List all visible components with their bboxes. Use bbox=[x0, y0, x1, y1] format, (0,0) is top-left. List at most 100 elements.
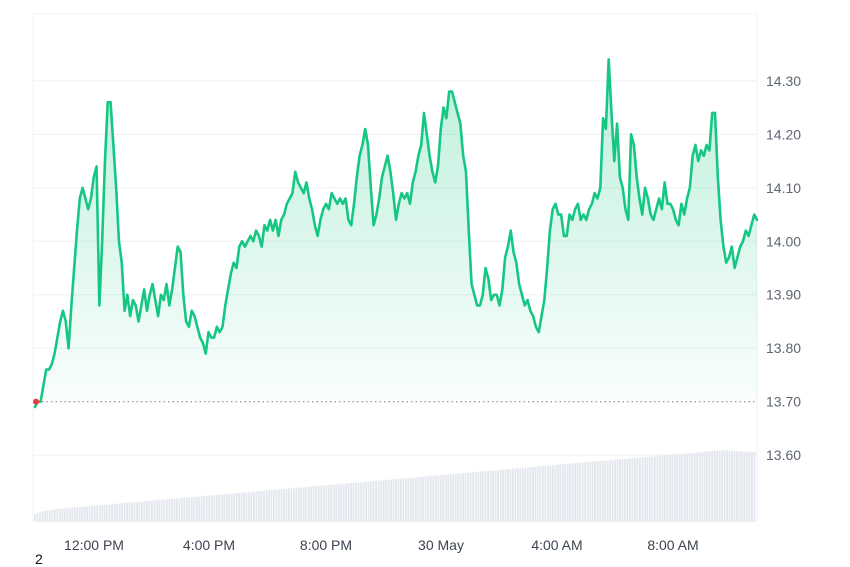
volume-bar bbox=[571, 463, 574, 522]
volume-bar bbox=[188, 497, 191, 522]
price-point bbox=[227, 288, 229, 290]
volume-bar bbox=[554, 464, 557, 522]
price-point bbox=[703, 155, 705, 157]
price-point bbox=[288, 197, 290, 199]
volume-bar bbox=[626, 458, 629, 522]
volume-bar bbox=[741, 451, 743, 522]
volume-bar bbox=[678, 453, 681, 522]
volume-bar bbox=[631, 458, 634, 522]
volume-bar bbox=[385, 479, 387, 522]
price-point bbox=[616, 122, 618, 124]
price-point bbox=[568, 213, 570, 215]
price-point bbox=[62, 310, 64, 312]
price-point bbox=[56, 336, 58, 338]
price-point bbox=[339, 197, 341, 199]
price-point bbox=[361, 144, 363, 146]
price-point bbox=[507, 245, 509, 247]
price-point bbox=[316, 235, 318, 237]
price-point bbox=[683, 213, 685, 215]
price-point bbox=[593, 192, 595, 194]
volume-bar bbox=[703, 451, 706, 522]
price-point bbox=[540, 315, 542, 317]
volume-bar bbox=[320, 485, 323, 522]
volume-bar bbox=[183, 497, 186, 522]
price-point bbox=[37, 400, 39, 402]
price-point bbox=[42, 384, 44, 386]
volume-bar bbox=[586, 462, 589, 522]
volume-bar bbox=[143, 501, 146, 522]
volume-bar bbox=[467, 472, 470, 522]
price-point bbox=[84, 197, 86, 199]
price-point bbox=[750, 224, 752, 226]
price-point bbox=[378, 197, 380, 199]
volume-bar bbox=[561, 464, 564, 522]
volume-bar bbox=[263, 490, 265, 522]
volume-bar bbox=[310, 486, 313, 522]
price-point bbox=[249, 235, 251, 237]
price-point bbox=[739, 245, 741, 247]
price-point bbox=[322, 208, 324, 210]
volume-bar bbox=[68, 507, 71, 522]
volume-bar bbox=[556, 464, 559, 522]
price-point bbox=[101, 240, 103, 242]
price-point bbox=[395, 219, 397, 221]
price-point bbox=[627, 219, 629, 221]
volume-bar bbox=[53, 509, 56, 522]
price-point bbox=[490, 299, 492, 301]
volume-bar bbox=[178, 498, 181, 522]
volume-bar bbox=[536, 466, 539, 522]
price-point bbox=[482, 294, 484, 296]
price-point bbox=[196, 326, 198, 328]
volume-bar bbox=[417, 477, 420, 522]
volume-bar bbox=[86, 506, 89, 522]
volume-bar bbox=[158, 499, 161, 522]
price-point bbox=[610, 112, 612, 114]
volume-bar bbox=[507, 469, 509, 522]
price-point bbox=[235, 267, 237, 269]
price-point bbox=[747, 235, 749, 237]
volume-bar bbox=[469, 472, 472, 522]
volume-bar bbox=[551, 465, 554, 522]
price-point bbox=[566, 235, 568, 237]
price-point bbox=[157, 315, 159, 317]
volume-bar bbox=[265, 490, 268, 522]
volume-bar bbox=[111, 504, 114, 522]
price-point bbox=[207, 331, 209, 333]
price-point bbox=[689, 187, 691, 189]
volume-bar bbox=[332, 484, 335, 522]
price-point bbox=[132, 299, 134, 301]
price-point bbox=[462, 155, 464, 157]
volume-bar bbox=[728, 450, 731, 522]
volume-bar bbox=[546, 465, 549, 522]
volume-bar bbox=[71, 507, 74, 522]
volume-bar bbox=[424, 476, 427, 522]
price-point bbox=[454, 101, 456, 103]
volume-bar bbox=[526, 467, 529, 522]
volume-bar bbox=[442, 474, 445, 522]
price-point bbox=[694, 144, 696, 146]
price-point bbox=[725, 261, 727, 263]
price-point bbox=[146, 310, 148, 312]
price-point bbox=[39, 400, 41, 402]
volume-bar bbox=[243, 492, 246, 522]
volume-bar bbox=[277, 489, 280, 522]
price-point bbox=[67, 347, 69, 349]
volume-bar bbox=[245, 492, 248, 522]
volume-bar bbox=[624, 458, 626, 522]
price-point bbox=[753, 213, 755, 215]
volume-bar bbox=[387, 479, 390, 522]
volume-bar bbox=[315, 486, 318, 522]
price-point bbox=[448, 90, 450, 92]
price-point bbox=[468, 229, 470, 231]
price-point bbox=[274, 219, 276, 221]
price-point bbox=[560, 213, 562, 215]
volume-bar bbox=[352, 482, 355, 522]
price-point bbox=[129, 315, 131, 317]
price-point bbox=[98, 304, 100, 306]
price-point bbox=[532, 315, 534, 317]
volume-bar bbox=[429, 475, 432, 522]
volume-bar bbox=[671, 454, 674, 522]
price-point bbox=[549, 229, 551, 231]
volume-bar bbox=[208, 495, 211, 522]
price-point bbox=[300, 187, 302, 189]
